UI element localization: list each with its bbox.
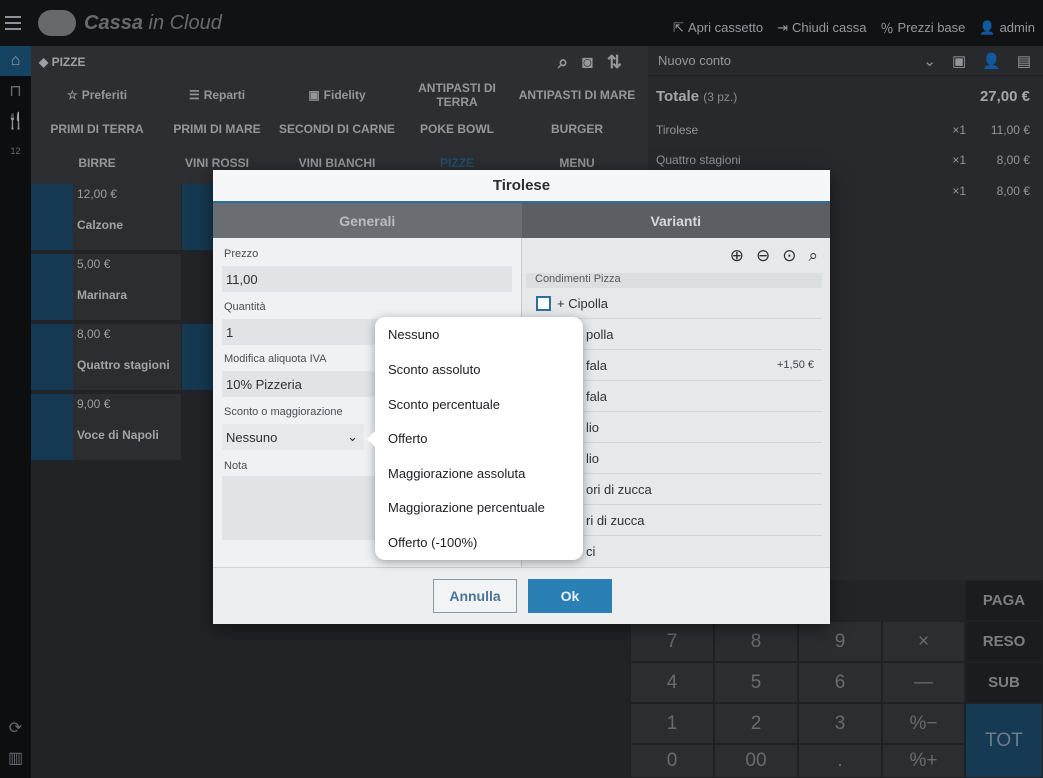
option-sconto-percentuale[interactable]: Sconto percentuale — [388, 397, 500, 412]
price-label: Prezzo — [224, 248, 259, 260]
search-icon[interactable]: ⌕ — [808, 246, 818, 266]
option-maggiorazione-percentuale[interactable]: Maggiorazione percentuale — [388, 500, 545, 515]
add-circle-icon[interactable]: ⊕ — [730, 246, 744, 266]
more-circle-icon[interactable]: ⊙ — [782, 246, 796, 266]
variant-row[interactable]: + Cipolla — [526, 288, 822, 319]
option-maggiorazione-assoluta[interactable]: Maggiorazione assoluta — [388, 466, 525, 481]
vat-label: Modifica aliquota IVA — [224, 353, 327, 365]
price-field[interactable]: 11,00 — [222, 266, 512, 292]
discount-dropdown: Nessuno Sconto assoluto Sconto percentua… — [367, 317, 583, 560]
note-label: Nota — [224, 460, 248, 472]
discount-label: Sconto o maggiorazione — [224, 406, 343, 418]
chevron-down-icon: ⌄ — [347, 429, 358, 444]
dialog-footer: Annulla Ok — [213, 567, 830, 624]
option-offerto[interactable]: Offerto — [388, 431, 428, 446]
checkbox[interactable] — [536, 295, 551, 311]
quantity-label: Quantità — [224, 301, 266, 313]
option-offerto-100[interactable]: Offerto (-100%) — [388, 535, 477, 550]
tab-generali[interactable]: Generali — [213, 203, 522, 238]
discount-select[interactable]: Nessuno ⌄ — [222, 424, 364, 450]
ok-button[interactable]: Ok — [528, 579, 612, 613]
tab-varianti[interactable]: Varianti — [521, 203, 830, 238]
option-nessuno[interactable]: Nessuno — [388, 327, 439, 342]
cancel-button[interactable]: Annulla — [433, 579, 517, 613]
remove-circle-icon[interactable]: ⊖ — [756, 246, 770, 266]
option-sconto-assoluto[interactable]: Sconto assoluto — [388, 362, 481, 377]
variant-group-header: Condimenti Pizza — [526, 273, 822, 288]
dialog-title: Tirolese — [213, 170, 830, 203]
